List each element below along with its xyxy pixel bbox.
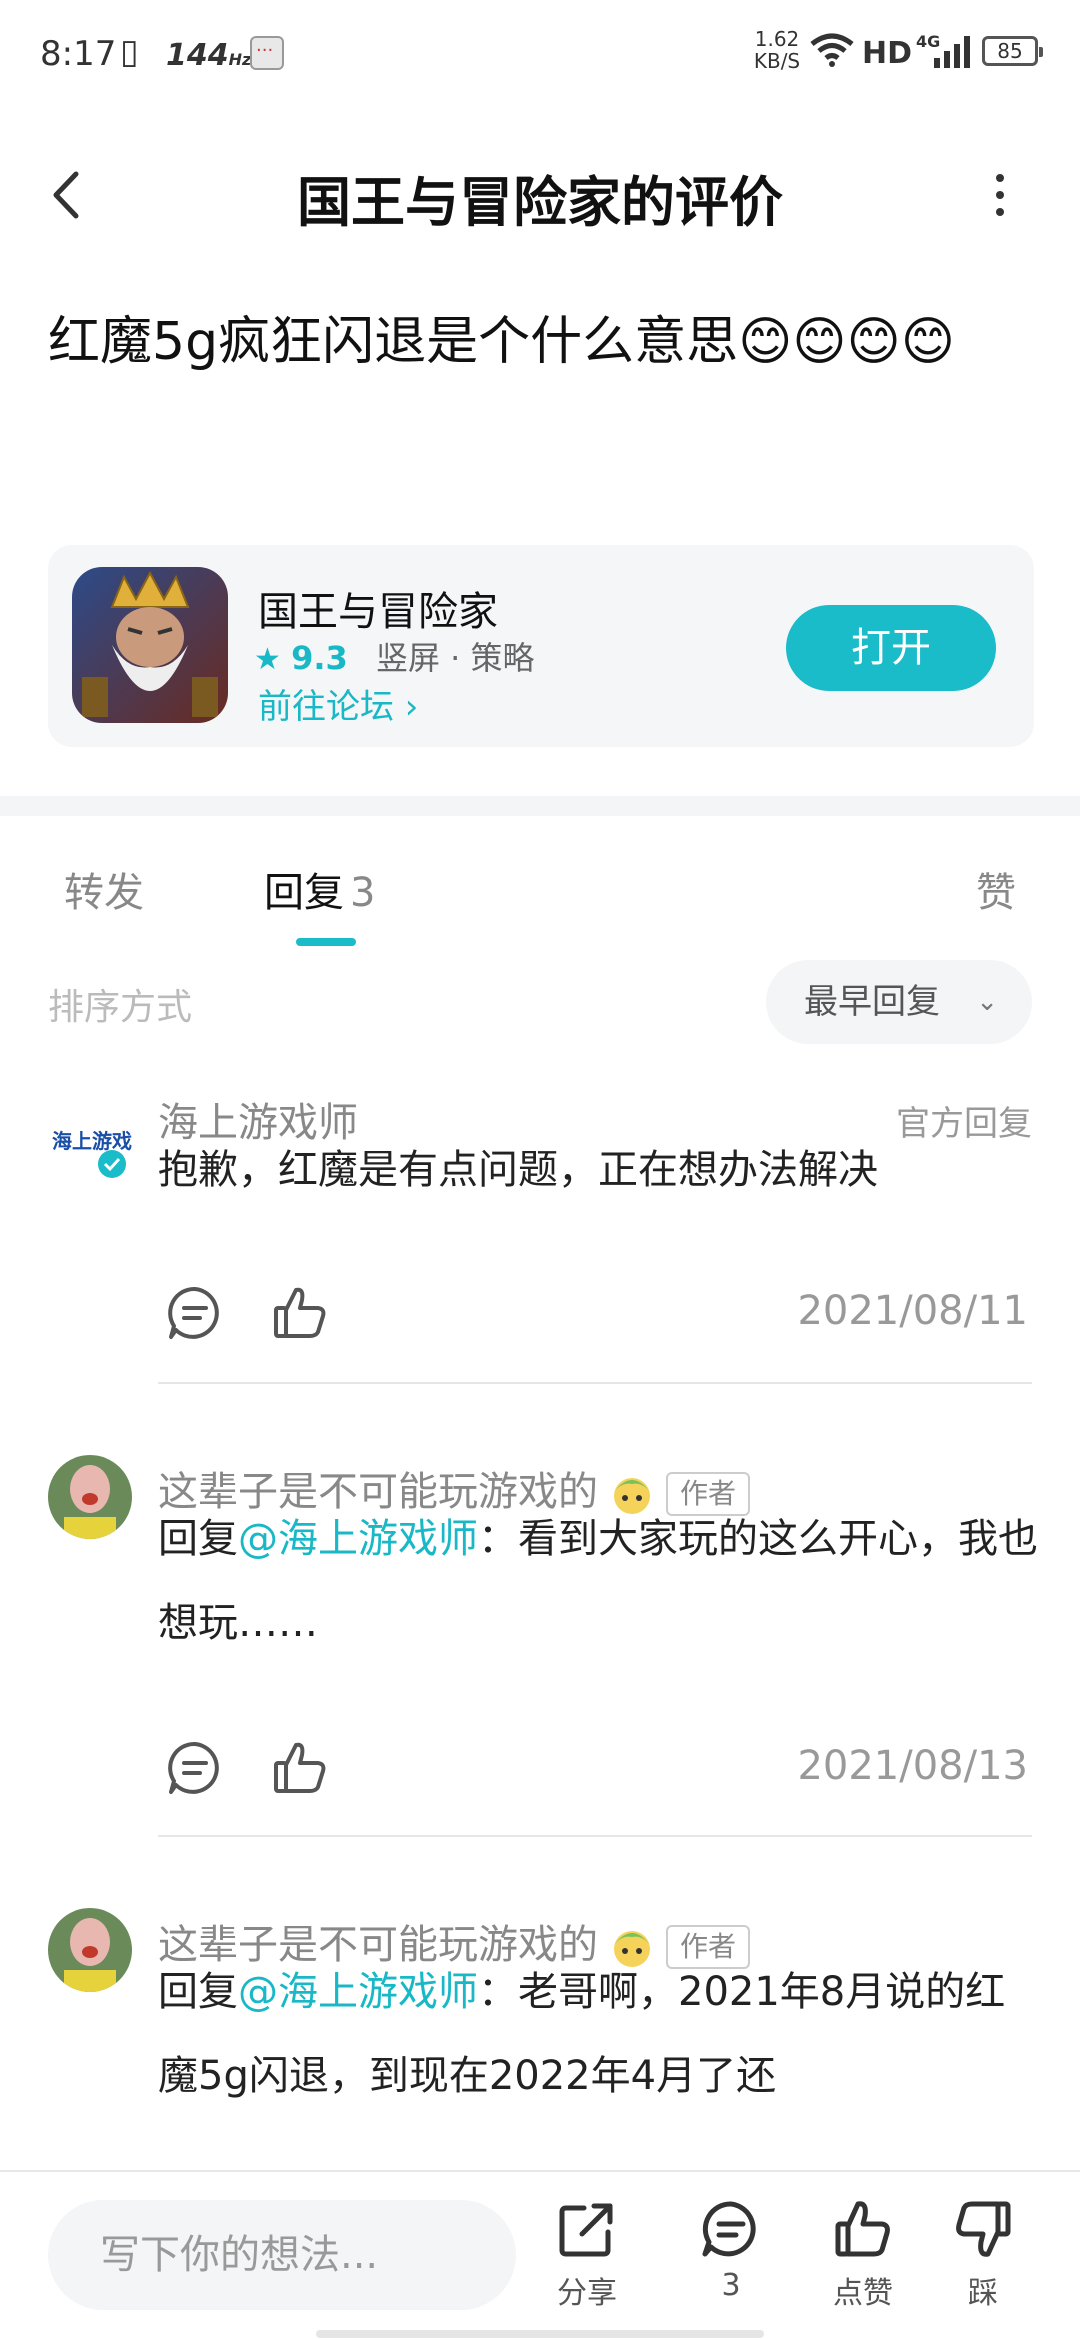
page-title: 国王与冒险家的评价 [297,171,783,234]
comment-separator [158,1835,1032,1837]
sort-label: 排序方式 [48,987,193,1028]
reply-icon[interactable] [166,1739,224,1797]
hd-indicator: HD [862,36,913,71]
like-button[interactable]: 点赞 [808,2198,918,2328]
thumbs-up-icon[interactable] [270,1282,330,1342]
chevron-down-icon: ⌄ [976,987,998,1017]
comment-date: 2021/08/13 [797,1743,1028,1789]
comment-text: 抱歉，红魔是有点问题，正在想办法解决 [158,1147,878,1193]
official-avatar: 海上游戏 [52,1129,132,1178]
comment-text: 回复@海上游戏师：看到大家玩的这么开心，我也想玩…… [158,1516,1038,1646]
user-avatar[interactable] [48,1455,132,1539]
comment-icon [702,2201,756,2257]
notification-icon [250,36,284,70]
section-divider [0,796,1080,816]
comment-actions: 2021/08/11 [158,1276,1038,1346]
thumbs-up-icon [835,2201,890,2257]
comment-count: 3 [721,2268,741,2303]
game-card[interactable]: 国王与冒险家 ★ 9.3 竖屏 · 策略 前往论坛 › 打开 [48,545,1034,747]
game-meta: ★ 9.3 竖屏 · 策略 [254,633,534,679]
share-label: 分享 [557,2276,617,2311]
comment-separator [158,1382,1032,1384]
comment-text: 回复@海上游戏师：老哥啊，2021年8月说的红魔5g闪退，到现在2022年4月了… [158,1969,1006,2099]
comment-actions: 2021/08/13 [158,1731,1038,1801]
forum-link[interactable]: 前往论坛 › [258,679,418,728]
status-bar: 8:17 ▯ 144Hz 1.62KB/S HD 4G 85 [0,0,1080,110]
mention-link[interactable]: @海上游戏师 [238,1516,478,1562]
net-speed: 1.62 KB/S [753,27,801,73]
svg-text:海上游戏: 海上游戏 [52,1129,132,1153]
tab-forward[interactable]: 转发 [64,860,144,918]
home-indicator[interactable] [316,2330,764,2338]
bottom-action-bar: 写下你的想法... 分享 3 点赞 踩 [0,2170,1080,2340]
tab-bar: 转发 回复 3 赞 [0,850,1080,960]
like-label: 点赞 [833,2276,893,2311]
game-name: 国王与冒险家 [258,589,498,635]
game-rating: 9.3 [291,639,348,677]
user-avatar[interactable] [48,1908,132,1992]
comment-input[interactable]: 写下你的想法... [48,2200,516,2310]
tab-like[interactable]: 赞 [976,860,1016,918]
dislike-button[interactable]: 踩 [928,2198,1038,2328]
status-time: 8:17 [40,34,117,74]
refresh-rate: 144Hz [166,38,252,73]
game-tags: 竖屏 · 策略 [375,639,535,677]
active-tab-indicator [296,938,356,946]
battery-icon: 85 [982,36,1043,66]
header: 国王与冒险家的评价 [0,150,1080,240]
dislike-label: 踩 [968,2276,998,2311]
tab-reply[interactable]: 回复 3 [264,860,375,918]
thumbs-down-icon [956,2201,1011,2257]
vibrate-icon: ▯ [120,32,139,72]
share-button[interactable]: 分享 [532,2198,642,2328]
thumbs-up-icon[interactable] [270,1737,330,1797]
reply-icon[interactable] [166,1284,224,1342]
wifi-icon [810,33,854,67]
review-text: 红魔5g疯狂闪退是个什么意思😊😊😊😊 [48,312,955,372]
mention-link[interactable]: @海上游戏师 [238,1969,478,2015]
comment-date: 2021/08/11 [797,1288,1028,1334]
game-icon [72,567,228,723]
more-options-icon[interactable] [980,160,1020,230]
signal-icon [934,36,970,68]
sort-dropdown[interactable]: 最早回复 ⌄ [766,960,1032,1044]
share-icon [559,2203,613,2257]
star-icon: ★ [254,642,281,677]
open-game-button[interactable]: 打开 [786,605,996,691]
comment-button[interactable]: 3 [676,2198,786,2328]
